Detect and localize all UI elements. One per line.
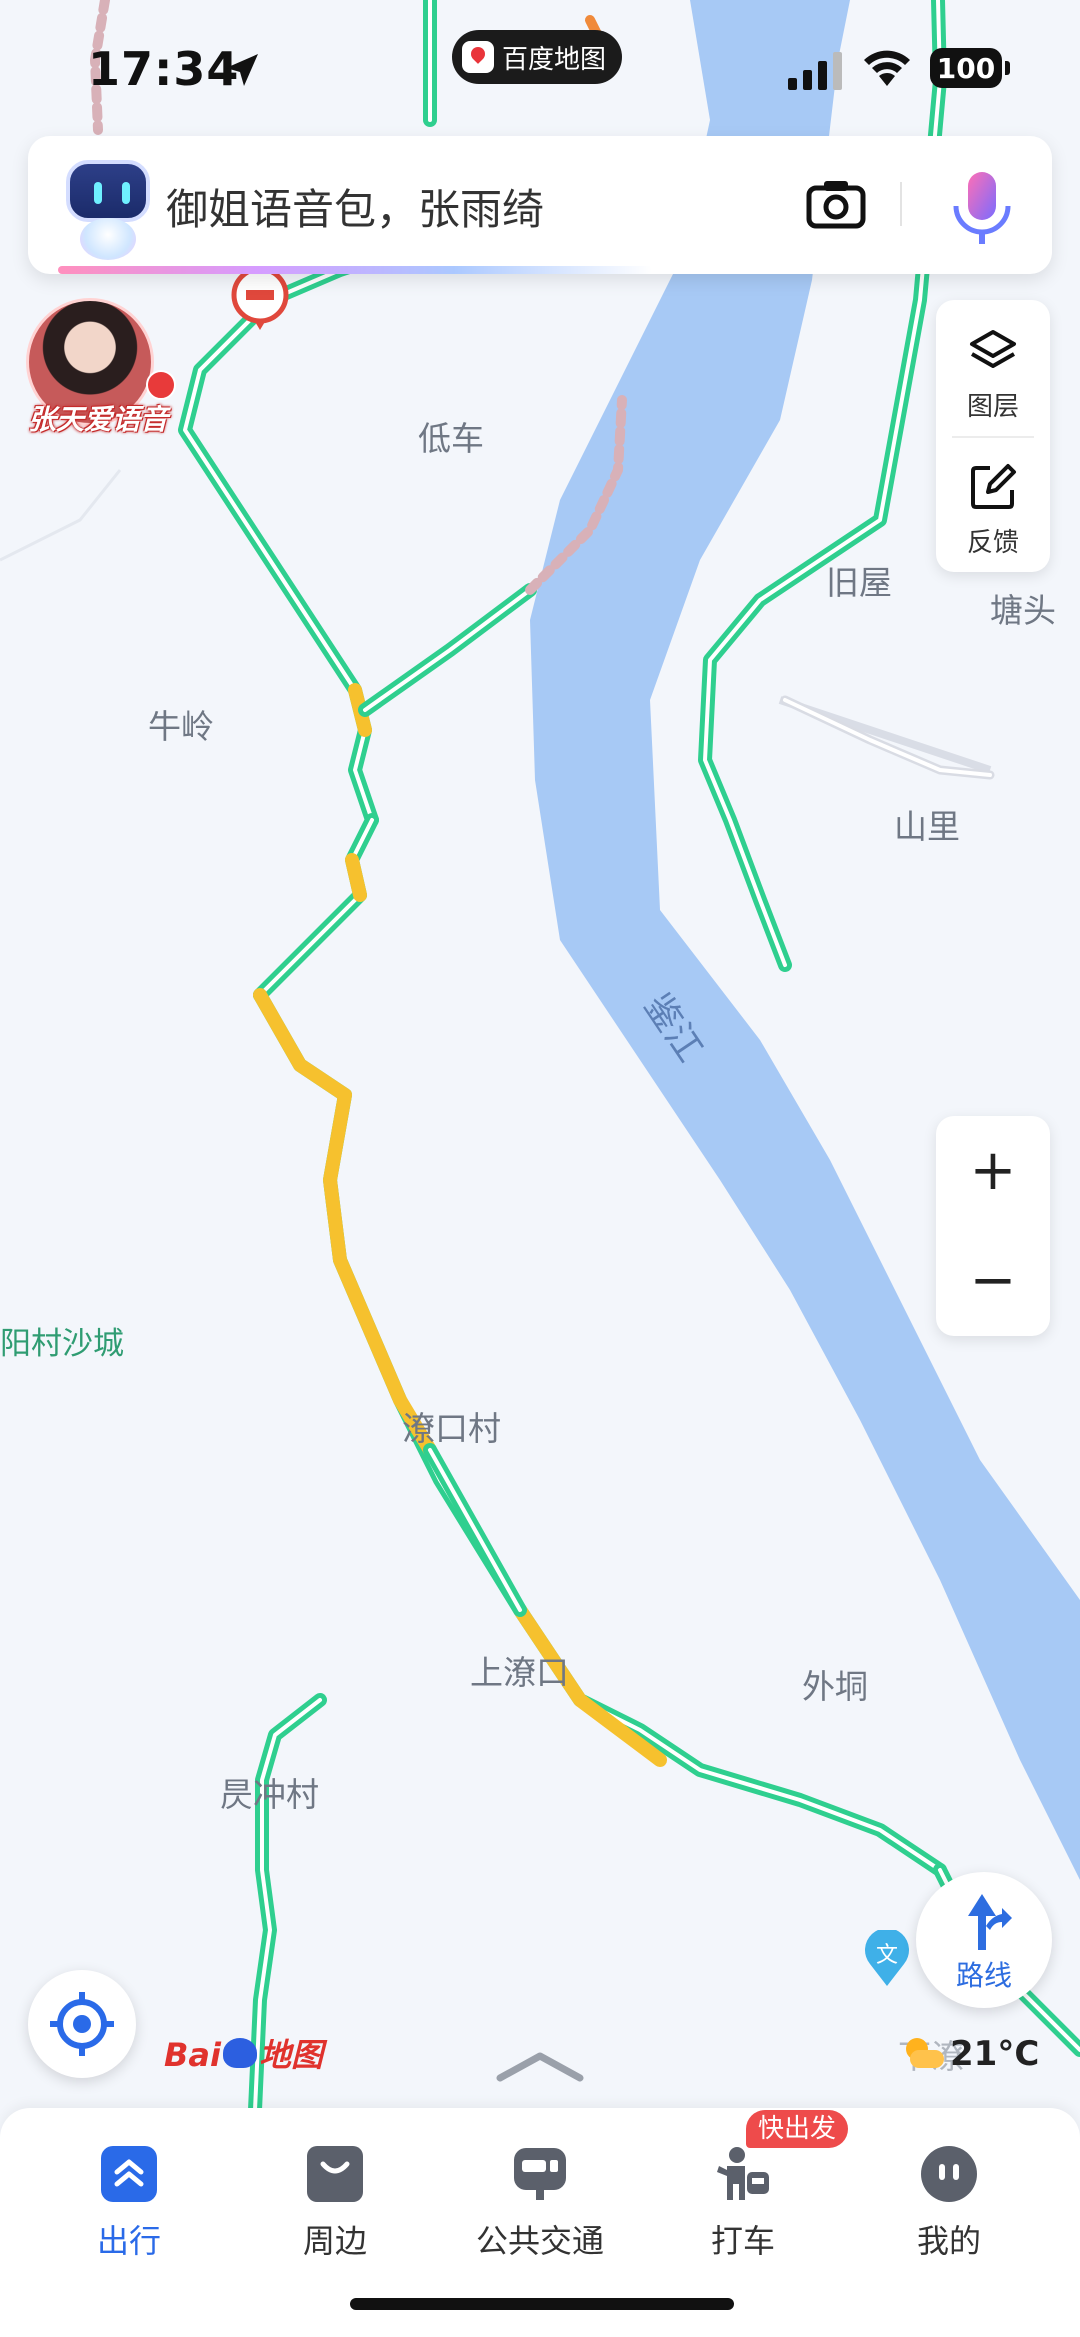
map-label-niuling[interactable]: 牛岭 xyxy=(148,700,214,748)
tab-travel[interactable]: 出行 xyxy=(44,2126,214,2266)
tab-public-transit[interactable]: 公共交通 xyxy=(455,2126,625,2266)
status-bar: 17:34 百度地图 100 xyxy=(0,0,1080,140)
audio-badge-icon xyxy=(146,370,176,400)
feedback-label: 反馈 xyxy=(966,528,1019,558)
map-label-dichhe[interactable]: 低车 xyxy=(418,412,484,460)
taxi-person-icon xyxy=(717,2147,769,2200)
nearby-bag-icon xyxy=(307,2146,363,2202)
tab-mine[interactable]: 我的 xyxy=(864,2126,1034,2266)
camera-icon[interactable] xyxy=(806,176,866,230)
map-label-jiuwu[interactable]: 旧屋 xyxy=(826,556,892,604)
voice-assistant-robot-icon[interactable] xyxy=(58,160,158,270)
chevron-up-icon[interactable] xyxy=(492,2048,588,2084)
feedback-edit-icon xyxy=(971,464,1016,509)
map-label-zechong[interactable]: 昃冲村 xyxy=(220,1768,319,1816)
svg-text:文: 文 xyxy=(876,1943,898,1968)
route-label: 路线 xyxy=(955,1959,1012,1992)
tab-label: 打车 xyxy=(710,2222,775,2260)
microphone-icon[interactable] xyxy=(946,170,1018,250)
map-tools-panel: 图层 反馈 xyxy=(936,300,1050,572)
tab-label: 出行 xyxy=(96,2222,161,2260)
route-button[interactable]: 路线 xyxy=(916,1872,1052,2008)
app-pill[interactable]: 百度地图 xyxy=(452,30,623,84)
baidu-paw-icon xyxy=(222,2038,257,2068)
map-label-tangtou[interactable]: 塘头 xyxy=(990,584,1056,632)
river-jianjiang xyxy=(530,0,1080,1880)
cellular-signal-icon xyxy=(788,52,842,90)
crosshair-icon xyxy=(50,1992,114,2056)
map-label-liaokou[interactable]: 潦口村 xyxy=(402,1402,501,1450)
travel-icon xyxy=(101,2146,157,2202)
map-label-shangliaokou[interactable]: 上潦口 xyxy=(470,1646,569,1694)
layers-button[interactable]: 图层 xyxy=(936,300,1050,436)
bus-icon xyxy=(514,2148,566,2200)
map-label-waitong[interactable]: 外垌 xyxy=(802,1660,868,1708)
app-pill-name: 百度地图 xyxy=(502,44,607,75)
voice-pack-avatar[interactable]: 张天爱语音 xyxy=(22,298,176,438)
search-bar[interactable]: 御姐语音包，张雨绮 xyxy=(28,136,1052,274)
logo-text-right: 地图 xyxy=(258,2036,323,2074)
layers-icon xyxy=(970,330,1016,368)
tab-nearby[interactable]: 周边 xyxy=(250,2126,420,2266)
home-indicator[interactable] xyxy=(350,2298,734,2310)
zoom-control: + − xyxy=(936,1116,1050,1336)
weather-widget[interactable]: 21°C xyxy=(904,2034,1039,2074)
search-divider xyxy=(900,182,902,226)
tab-label: 我的 xyxy=(916,2222,981,2260)
weather-temp: 21°C xyxy=(950,2034,1040,2074)
route-arrow-icon xyxy=(968,1894,1012,1950)
map-label-shanli[interactable]: 山里 xyxy=(894,800,960,848)
location-arrow-icon xyxy=(226,54,258,86)
baidu-map-logo: Bai 地图 xyxy=(164,2030,323,2076)
battery-indicator: 100 xyxy=(930,48,1010,88)
status-time: 17:34 xyxy=(88,42,240,96)
layers-label: 图层 xyxy=(966,392,1019,422)
map-label-shacheng[interactable]: 阳村沙城 xyxy=(0,1318,124,1363)
tab-label: 周边 xyxy=(302,2222,367,2260)
profile-face-icon xyxy=(921,2146,977,2202)
feedback-button[interactable]: 反馈 xyxy=(936,436,1050,572)
wifi-icon xyxy=(864,50,910,86)
zoom-out-button[interactable]: − xyxy=(936,1226,1050,1336)
tab-label: 公共交通 xyxy=(475,2222,604,2260)
logo-text-left: Bai xyxy=(164,2036,221,2074)
taxi-promo-badge[interactable]: 快出发 xyxy=(746,2110,849,2148)
locate-me-button[interactable] xyxy=(28,1970,136,2078)
baidu-map-icon xyxy=(462,41,494,73)
voice-pack-label: 张天爱语音 xyxy=(27,403,168,436)
search-placeholder[interactable]: 御姐语音包，张雨绮 xyxy=(166,176,544,237)
partly-cloudy-icon xyxy=(904,2038,944,2070)
zoom-in-button[interactable]: + xyxy=(936,1116,1050,1226)
poi-culture-pin-icon[interactable]: 文 xyxy=(862,1930,912,1988)
